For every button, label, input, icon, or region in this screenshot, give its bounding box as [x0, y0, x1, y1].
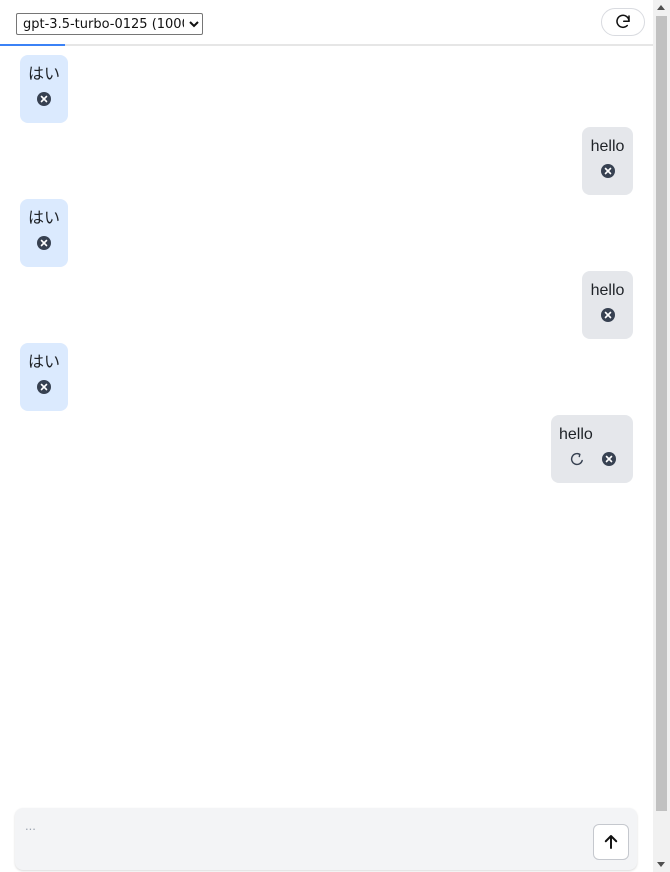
message-input[interactable]	[23, 816, 587, 860]
send-button[interactable]	[593, 824, 629, 860]
user-message: hello	[582, 127, 633, 195]
message-text: hello	[590, 282, 625, 299]
assistant-message: はい	[20, 55, 68, 123]
retry-icon[interactable]	[569, 451, 585, 467]
chat-app: gpt-3.5-turbo-0125 (1000) はい hello はい he…	[0, 0, 653, 872]
message-text: hello	[590, 138, 625, 155]
progress-indicator	[0, 44, 65, 46]
delete-icon[interactable]	[600, 307, 616, 323]
header-divider	[0, 44, 653, 46]
delete-icon[interactable]	[36, 379, 52, 395]
arrow-up-icon	[602, 833, 620, 851]
refresh-button[interactable]	[601, 8, 645, 36]
model-select[interactable]: gpt-3.5-turbo-0125 (1000)	[16, 13, 203, 35]
delete-icon[interactable]	[36, 235, 52, 251]
user-message: hello	[582, 271, 633, 339]
message-text: はい	[27, 66, 60, 83]
message-text: hello	[559, 426, 593, 443]
user-message: hello	[551, 415, 633, 483]
scrollbar-thumb[interactable]	[656, 16, 667, 811]
composer	[15, 808, 637, 870]
assistant-message: はい	[20, 343, 68, 411]
message-text: はい	[27, 210, 60, 227]
scrollbar[interactable]	[653, 0, 670, 872]
delete-icon[interactable]	[601, 451, 617, 467]
assistant-message: はい	[20, 199, 68, 267]
delete-icon[interactable]	[600, 163, 616, 179]
message-text: はい	[27, 354, 60, 371]
delete-icon[interactable]	[36, 91, 52, 107]
refresh-icon	[614, 13, 632, 31]
scroll-up-arrow[interactable]	[657, 5, 665, 10]
header: gpt-3.5-turbo-0125 (1000)	[0, 0, 653, 46]
scroll-down-arrow[interactable]	[657, 862, 665, 867]
